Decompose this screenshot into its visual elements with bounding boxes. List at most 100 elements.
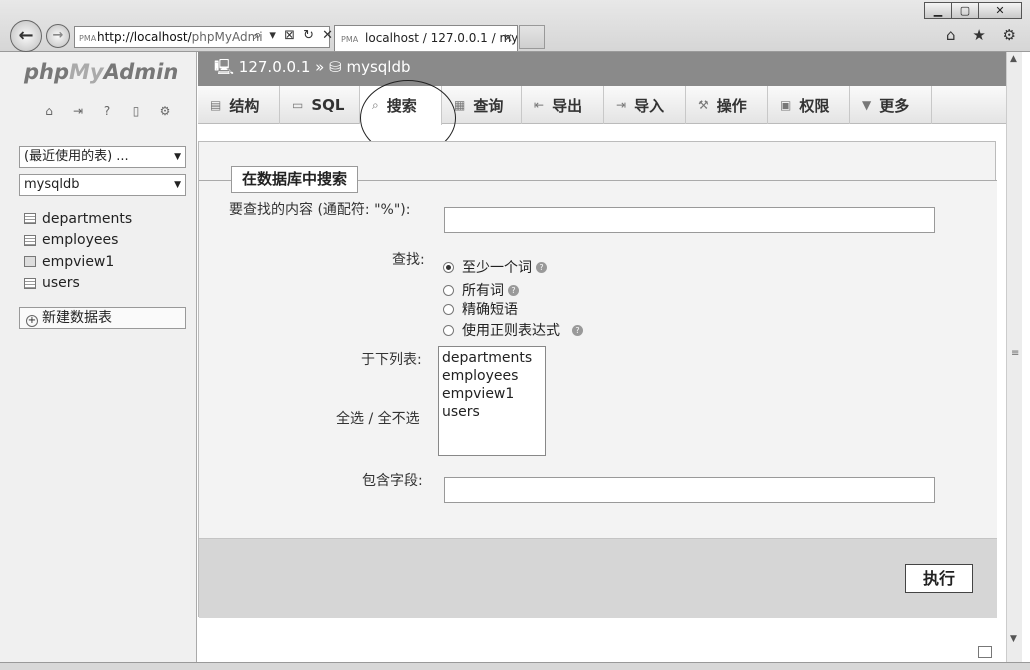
tab-bar: ▤ 结构 ▭ SQL ⌕ 搜索 ▦ 查询 ⇤ 导出 ⇥ 导入 ⚒ 操作 ▣ 权限 ▼ 更多 — [198, 86, 1006, 125]
docs-icon[interactable]: ▯ — [125, 104, 147, 118]
tab-operations[interactable]: ⚒ 操作 — [686, 86, 768, 124]
sidebar: phpMyAdmin ⌂ ⇥ ? ▯ ⚙ (最近使用的表) ... ▼ mysq… — [0, 52, 197, 662]
option-at-least-one[interactable]: 至少一个词? — [443, 257, 547, 277]
address-tools[interactable]: ⌕ ▾ ⊠ ↻ ✕ — [254, 26, 335, 48]
database-icon: ⛁ — [329, 58, 342, 76]
close-tab-icon[interactable]: ✕ — [503, 26, 513, 50]
table-option[interactable]: employees — [442, 367, 542, 385]
scroll-up-icon[interactable]: ▲ — [1010, 54, 1017, 64]
tab-more[interactable]: ▼ 更多 — [850, 86, 932, 124]
pma-favicon-icon: PMA — [79, 34, 97, 43]
option-regex[interactable]: 使用正则表达式? — [443, 320, 583, 340]
logout-icon[interactable]: ⇥ — [67, 104, 89, 118]
table-name[interactable]: departments — [42, 209, 132, 229]
forward-button[interactable]: → — [46, 24, 70, 48]
breadcrumb-server[interactable]: 127.0.0.1 — [239, 58, 311, 76]
tables-multiselect[interactable]: departments employees empview1 users — [438, 346, 546, 456]
sidebar-table-item[interactable]: users — [24, 273, 132, 295]
import-icon: ⇥ — [616, 98, 627, 112]
settings-icon[interactable]: ⚙ — [154, 104, 176, 118]
database-select[interactable]: mysqldb ▼ — [19, 174, 186, 196]
execute-button[interactable]: 执行 — [905, 564, 973, 593]
help-icon[interactable]: ? — [572, 324, 583, 336]
radio-button[interactable] — [443, 303, 454, 315]
radio-button[interactable] — [443, 324, 454, 336]
sidebar-table-item[interactable]: departments — [24, 208, 132, 230]
pma-favicon-icon: PMA — [341, 35, 359, 44]
table-icon[interactable] — [24, 234, 36, 246]
export-icon: ⇤ — [534, 98, 545, 112]
phpmyadmin-logo[interactable]: phpMyAdmin — [24, 60, 178, 84]
arrow-left-icon: ← — [18, 25, 34, 46]
arrow-right-icon: → — [52, 28, 64, 43]
tab-privileges[interactable]: ▣ 权限 — [768, 86, 850, 124]
scroll-down-icon[interactable]: ▼ — [1010, 634, 1017, 644]
sidebar-table-item[interactable]: employees — [24, 230, 132, 252]
option-all-words[interactable]: 所有词? — [443, 280, 519, 300]
table-name[interactable]: empview1 — [42, 252, 114, 272]
window-controls: ▁ ▢ ✕ — [924, 2, 1022, 19]
address-host: http://localhost/ — [97, 30, 192, 44]
home-icon[interactable]: ⌂ — [38, 104, 60, 118]
logo-php: php — [24, 60, 70, 84]
recent-tables-select[interactable]: (最近使用的表) ... ▼ — [19, 146, 186, 168]
in-tables-label: 于下列表: — [361, 352, 422, 368]
search-fieldset: 要查找的内容 (通配符: "%"): 查找: 至少一个词? 所有词? 精确短语 … — [199, 180, 997, 538]
close-window-button[interactable]: ✕ — [978, 2, 1022, 19]
tab-import[interactable]: ⇥ 导入 — [604, 86, 686, 124]
radio-button[interactable] — [443, 284, 454, 296]
minimize-button[interactable]: ▁ — [924, 2, 952, 19]
breadcrumb-database[interactable]: mysqldb — [346, 58, 410, 76]
breadcrumb: 🖳 127.0.0.1 » ⛁ mysqldb — [198, 52, 1006, 86]
tab-label: 查询 — [473, 96, 504, 115]
table-name[interactable]: users — [42, 273, 80, 293]
search-term-input[interactable] — [444, 207, 935, 233]
table-option[interactable]: departments — [442, 349, 542, 367]
logo-admin: Admin — [103, 60, 179, 84]
tab-label: SQL — [311, 96, 345, 114]
back-button[interactable]: ← — [10, 20, 42, 52]
tab-label: 结构 — [229, 96, 260, 115]
sidebar-table-item[interactable]: empview1 — [24, 251, 132, 273]
help-icon[interactable]: ? — [96, 104, 118, 118]
new-table-button[interactable]: + 新建数据表 — [19, 307, 186, 329]
sidebar-icon-bar: ⌂ ⇥ ? ▯ ⚙ — [38, 104, 183, 118]
radio-button[interactable] — [443, 261, 454, 273]
column-input[interactable] — [444, 477, 935, 503]
tab-label: 权限 — [799, 96, 830, 115]
tab-sql[interactable]: ▭ SQL — [280, 86, 360, 124]
view-icon[interactable] — [24, 256, 36, 268]
table-option[interactable]: users — [442, 403, 542, 421]
tab-label: 导出 — [552, 96, 583, 115]
plus-icon: + — [26, 315, 38, 327]
structure-icon: ▤ — [210, 98, 222, 112]
browser-tab[interactable]: PMA localhost / 127.0.0.1 / my... ✕ — [334, 25, 518, 51]
search-term-label: 要查找的内容 (通配符: "%"): — [229, 202, 411, 218]
tab-label: 更多 — [879, 96, 910, 115]
select-all-link[interactable]: 全选 / 全不选 — [336, 408, 420, 428]
maximize-button[interactable]: ▢ — [951, 2, 979, 19]
table-name[interactable]: employees — [42, 230, 118, 250]
breadcrumb-separator: » — [315, 58, 325, 76]
table-option[interactable]: empview1 — [442, 385, 542, 403]
option-label: 使用正则表达式 — [462, 323, 560, 339]
help-icon[interactable]: ? — [508, 284, 519, 296]
help-icon[interactable]: ? — [536, 261, 547, 273]
option-exact-phrase[interactable]: 精确短语 — [443, 299, 518, 319]
new-tab-button[interactable] — [519, 25, 545, 49]
page-icon — [978, 646, 992, 658]
chevron-down-icon: ▼ — [862, 98, 872, 112]
table-icon[interactable] — [24, 277, 36, 289]
table-icon[interactable] — [24, 213, 36, 225]
browser-tab-title: localhost / 127.0.0.1 / my... — [365, 31, 518, 45]
query-icon: ▦ — [454, 98, 466, 112]
status-bar — [0, 662, 1030, 670]
form-footer: 执行 — [199, 538, 997, 618]
scroll-grip-icon[interactable]: ≡ — [1011, 348, 1019, 359]
tab-export[interactable]: ⇤ 导出 — [522, 86, 604, 124]
vertical-scrollbar[interactable]: ▲ ≡ ▼ — [1006, 52, 1022, 662]
browser-toolbar-icons[interactable]: ⌂ ★ ⚙ — [946, 26, 1022, 44]
main-content: 🖳 127.0.0.1 » ⛁ mysqldb ▤ 结构 ▭ SQL ⌕ 搜索 ▦ 查询… — [198, 52, 1006, 662]
search-legend: 在数据库中搜索 — [231, 166, 359, 193]
tab-structure[interactable]: ▤ 结构 — [198, 86, 280, 124]
